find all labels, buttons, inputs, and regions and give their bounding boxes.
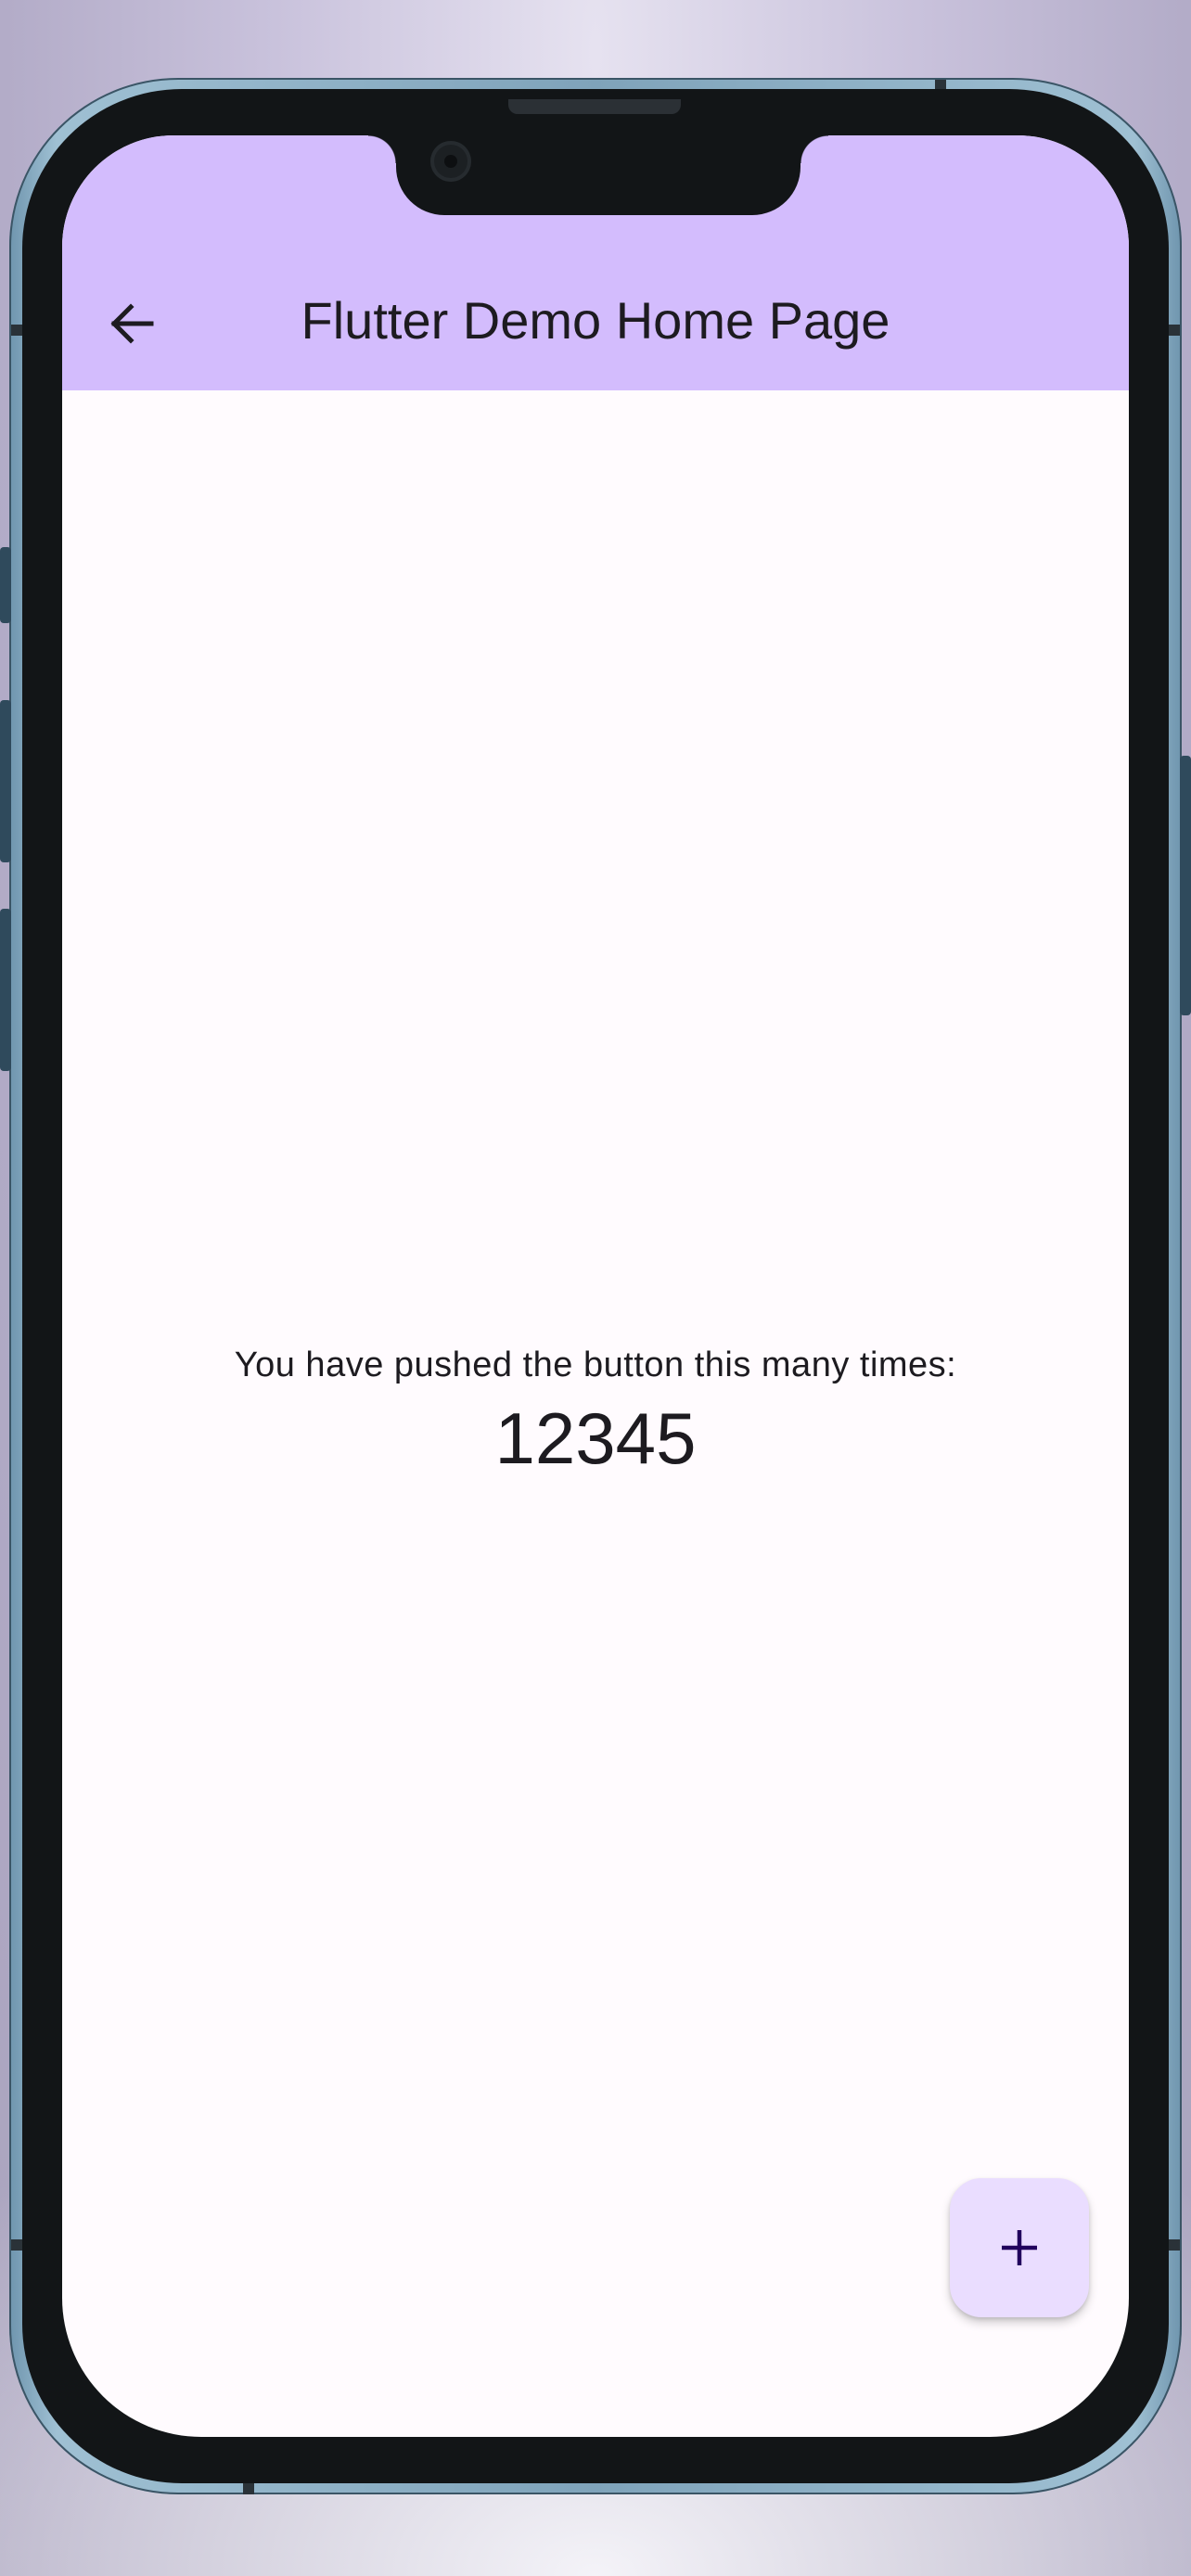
antenna-band	[1167, 2239, 1180, 2251]
counter-value: 12345	[494, 1397, 697, 1479]
counter-label: You have pushed the button this many tim…	[234, 1345, 957, 1384]
app-bar-title: Flutter Demo Home Page	[301, 291, 890, 350]
antenna-band	[1167, 325, 1180, 336]
action-button	[0, 547, 11, 623]
app-screen: Flutter Demo Home Page You have pushed t…	[62, 135, 1129, 2437]
plus-icon	[1002, 2230, 1037, 2265]
camera-lens	[444, 155, 457, 168]
volume-down-button	[0, 909, 11, 1071]
power-button	[1180, 756, 1191, 1015]
increment-button[interactable]	[950, 2178, 1089, 2317]
antenna-band	[243, 2481, 254, 2494]
volume-up-button	[0, 700, 11, 862]
earpiece-speaker	[508, 99, 681, 114]
